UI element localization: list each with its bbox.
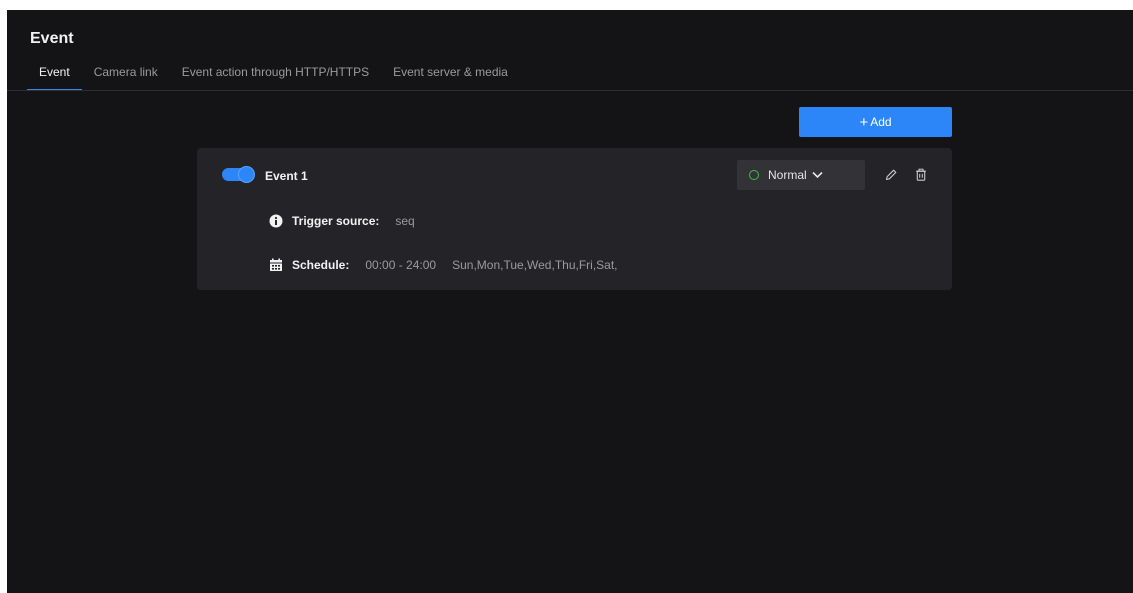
schedule-row: Schedule: 00:00 - 24:00 Sun,Mon,Tue,Wed,…	[269, 258, 618, 272]
schedule-days: Sun,Mon,Tue,Wed,Thu,Fri,Sat,	[452, 258, 618, 272]
event-card: Event 1 Normal Trigger source: seq Sched…	[197, 148, 952, 290]
trigger-source-label: Trigger source:	[292, 214, 380, 228]
trash-icon[interactable]	[914, 168, 930, 184]
event-name: Event 1	[265, 169, 308, 183]
add-button-label: Add	[870, 115, 892, 129]
page-title: Event	[30, 30, 74, 47]
tab-event[interactable]: Event	[27, 64, 82, 91]
info-icon	[269, 214, 283, 228]
tab-camera-link[interactable]: Camera link	[82, 64, 170, 90]
schedule-label: Schedule:	[292, 258, 350, 272]
trigger-source-row: Trigger source: seq	[269, 214, 415, 228]
tab-event-server-media[interactable]: Event server & media	[381, 64, 520, 90]
toggle-knob	[238, 166, 255, 183]
event-enable-toggle[interactable]	[222, 166, 255, 183]
plus-icon: +	[859, 113, 869, 131]
chevron-down-icon	[812, 171, 823, 179]
tab-bar: Event Camera link Event action through H…	[27, 64, 520, 91]
tab-event-action-http[interactable]: Event action through HTTP/HTTPS	[170, 64, 381, 90]
tab-divider	[7, 90, 1133, 91]
status-dropdown[interactable]: Normal	[737, 160, 865, 190]
status-label: Normal	[768, 168, 807, 182]
pencil-icon[interactable]	[884, 168, 900, 184]
trigger-source-value: seq	[395, 214, 415, 228]
schedule-time: 00:00 - 24:00	[365, 258, 437, 272]
add-button[interactable]: + Add	[799, 107, 952, 137]
status-indicator-icon	[749, 170, 759, 180]
app-frame: Event Event Camera link Event action thr…	[7, 10, 1133, 593]
calendar-icon	[269, 258, 283, 272]
